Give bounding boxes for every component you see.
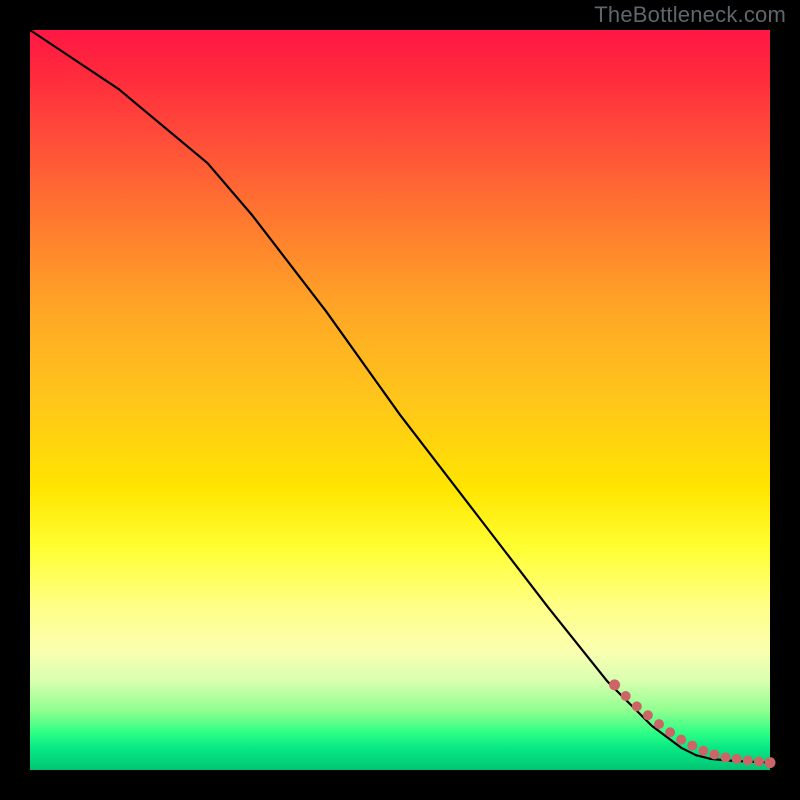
- marker-dot: [665, 727, 675, 737]
- marker-dot: [621, 691, 631, 701]
- plot-overlay: [30, 30, 770, 770]
- chart-curve: [30, 30, 770, 763]
- marker-dot: [654, 719, 664, 729]
- marker-dot: [643, 710, 653, 720]
- marker-dot: [698, 746, 708, 756]
- marker-dot: [687, 741, 697, 751]
- marker-dot: [676, 735, 686, 745]
- marker-dot: [721, 752, 731, 762]
- chart-frame: TheBottleneck.com: [0, 0, 800, 800]
- watermark-text: TheBottleneck.com: [594, 2, 786, 28]
- marker-dot: [632, 701, 642, 711]
- marker-dot: [754, 756, 764, 766]
- marker-dot: [743, 755, 753, 765]
- marker-dot: [710, 749, 720, 759]
- chart-markers: [609, 679, 775, 768]
- marker-dot: [609, 679, 620, 690]
- marker-dot: [732, 754, 742, 764]
- marker-dot: [765, 757, 776, 768]
